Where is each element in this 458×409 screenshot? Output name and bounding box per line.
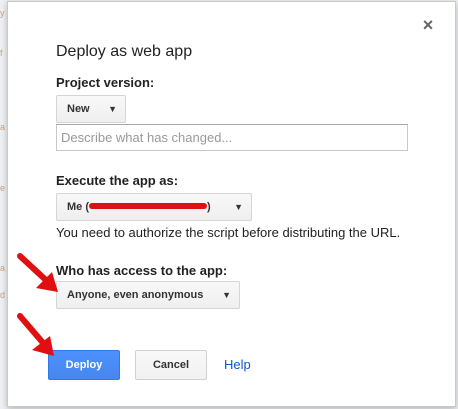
authorization-note: You need to authorize the script before … — [56, 225, 401, 240]
execute-as-prefix: Me ( — [67, 201, 89, 213]
annotation-arrow-icon — [17, 313, 54, 356]
background-fragment: a — [0, 122, 6, 132]
access-value: Anyone, even anonymous — [67, 289, 204, 301]
background-fragment: a — [0, 263, 6, 273]
redacted-email — [89, 203, 207, 210]
chevron-down-icon: ▼ — [234, 202, 243, 212]
help-link[interactable]: Help — [224, 357, 251, 372]
project-version-value: New — [67, 103, 90, 115]
execute-as-select[interactable]: Me () ▼ — [56, 193, 252, 221]
access-select[interactable]: Anyone, even anonymous ▼ — [56, 281, 240, 309]
project-version-label: Project version: — [56, 75, 155, 90]
chevron-down-icon: ▼ — [108, 104, 117, 114]
background-fragment: y — [0, 8, 5, 18]
project-version-select[interactable]: New ▼ — [56, 95, 126, 123]
background-fragment: f — [0, 48, 3, 58]
execute-as-suffix: ) — [207, 201, 211, 213]
cancel-button[interactable]: Cancel — [135, 350, 207, 380]
version-description-input[interactable] — [56, 124, 408, 151]
dialog-title: Deploy as web app — [56, 43, 193, 60]
close-icon[interactable]: × — [419, 16, 437, 34]
execute-as-label: Execute the app as: — [56, 173, 179, 188]
background-fragment: e — [0, 183, 6, 193]
annotation-arrow-icon — [17, 253, 58, 292]
background-fragment: d — [0, 290, 6, 300]
chevron-down-icon: ▼ — [222, 290, 231, 300]
deploy-web-app-dialog: × Deploy as web app Project version: New… — [7, 1, 456, 407]
access-label: Who has access to the app: — [56, 263, 228, 278]
